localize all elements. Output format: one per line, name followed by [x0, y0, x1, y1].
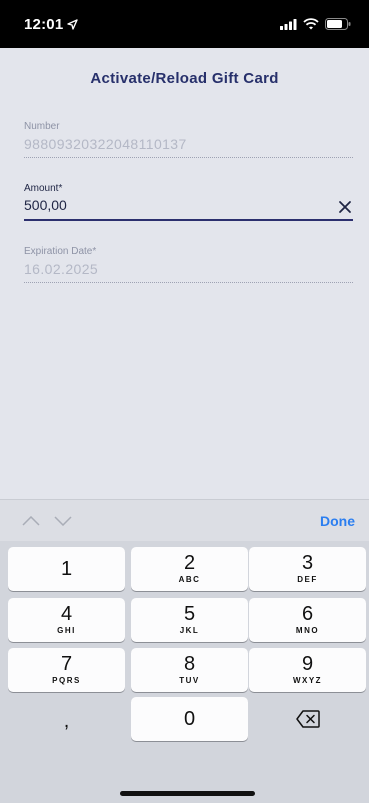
- key-8-digit: 8: [183, 653, 196, 675]
- key-comma-glyph: ,: [63, 710, 70, 732]
- amount-field[interactable]: Amount* 500,00: [24, 183, 353, 221]
- key-9[interactable]: 9 WXYZ: [249, 648, 366, 692]
- key-6-digit: 6: [301, 603, 314, 625]
- expiration-input[interactable]: 16.02.2025: [24, 261, 353, 277]
- key-1-digit: 1: [60, 558, 73, 580]
- key-4-letters: GHI: [57, 626, 76, 635]
- key-9-letters: WXYZ: [292, 676, 323, 685]
- key-3-digit: 3: [301, 552, 314, 574]
- key-8[interactable]: 8 TUV: [131, 648, 248, 692]
- amount-label: Amount*: [24, 183, 63, 194]
- battery-icon: [325, 18, 351, 30]
- status-bar: 12:01: [0, 0, 369, 48]
- number-value: 98809320322048110137: [24, 136, 187, 152]
- key-5-letters: JKL: [179, 626, 200, 635]
- key-7[interactable]: 7 PQRS: [8, 648, 125, 692]
- cellular-signal-icon: [280, 18, 297, 30]
- done-button[interactable]: Done: [320, 513, 355, 529]
- number-label: Number: [24, 121, 60, 132]
- key-0-digit: 0: [183, 708, 196, 730]
- status-time: 12:01: [24, 15, 79, 33]
- key-2-letters: ABC: [178, 575, 201, 584]
- key-4-digit: 4: [60, 603, 73, 625]
- expiration-field[interactable]: Expiration Date* 16.02.2025: [24, 246, 353, 283]
- expiration-label: Expiration Date*: [24, 246, 97, 257]
- status-icons: [280, 18, 351, 30]
- key-5-digit: 5: [183, 603, 196, 625]
- expiration-underline: [24, 282, 353, 283]
- number-field: Number 98809320322048110137: [24, 121, 353, 158]
- number-underline: [24, 157, 353, 158]
- amount-underline: [24, 219, 353, 221]
- key-8-letters: TUV: [179, 676, 200, 685]
- delete-key[interactable]: [249, 697, 366, 741]
- home-indicator[interactable]: [120, 791, 255, 796]
- key-7-digit: 7: [60, 653, 73, 675]
- key-5[interactable]: 5 JKL: [131, 598, 248, 642]
- location-arrow-icon: [67, 18, 79, 30]
- clear-icon[interactable]: [337, 199, 353, 215]
- key-4[interactable]: 4 GHI: [8, 598, 125, 642]
- keyboard-accessory-bar: Done: [0, 499, 369, 541]
- key-3-letters: DEF: [297, 575, 318, 584]
- key-comma[interactable]: ,: [8, 699, 125, 743]
- time-text: 12:01: [24, 15, 64, 33]
- key-6[interactable]: 6 MNO: [249, 598, 366, 642]
- chevron-up-icon[interactable]: [22, 515, 40, 526]
- key-1[interactable]: 1: [8, 547, 125, 591]
- key-7-letters: PQRS: [52, 676, 81, 685]
- key-3[interactable]: 3 DEF: [249, 547, 366, 591]
- key-0[interactable]: 0: [131, 697, 248, 741]
- key-9-digit: 9: [301, 653, 314, 675]
- wifi-icon: [303, 18, 319, 30]
- chevron-down-icon[interactable]: [54, 515, 72, 526]
- key-6-letters: MNO: [295, 626, 320, 635]
- amount-input[interactable]: 500,00: [24, 197, 353, 213]
- numeric-keypad: 1 2 ABC 3 DEF 4 GHI 5 JKL 6 MNO 7 PQRS 8…: [0, 541, 369, 803]
- page-title: Activate/Reload Gift Card: [90, 70, 279, 87]
- backspace-icon: [295, 710, 320, 728]
- key-2-digit: 2: [183, 552, 196, 574]
- field-navigation: [22, 515, 72, 526]
- key-2[interactable]: 2 ABC: [131, 547, 248, 591]
